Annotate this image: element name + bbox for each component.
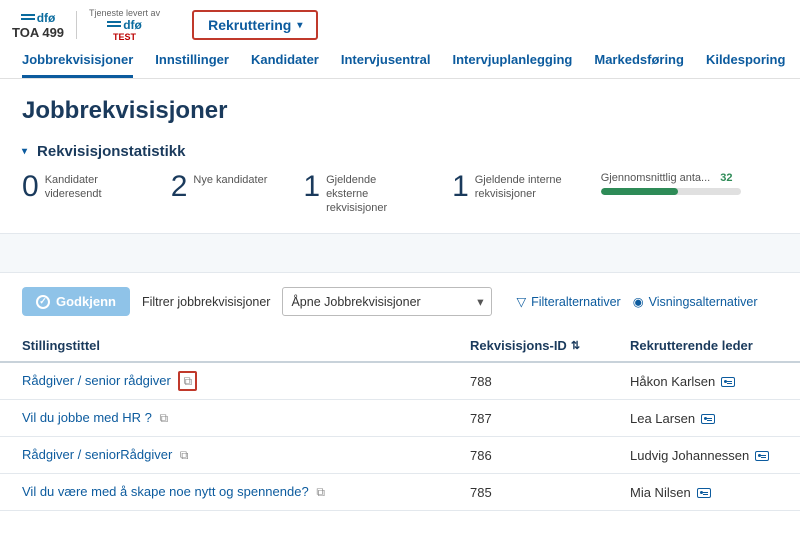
copy-icon[interactable]: ⧉ (180, 448, 189, 462)
stat-item: 1Gjeldende interne rekvisisjoner (452, 172, 565, 202)
stat-item: 0Kandidater videresendt (22, 172, 135, 202)
divider-band (0, 233, 800, 273)
chevron-down-icon: ▾ (22, 146, 27, 157)
module-dropdown-label: Rekruttering (208, 17, 291, 33)
cell-manager: Ludvig Johannessen (608, 437, 800, 474)
cell-id: 786 (448, 437, 608, 474)
logo-lines-icon (21, 14, 35, 22)
nav-tab[interactable]: Innstillinger (155, 52, 229, 78)
funnel-icon: ▽ (516, 294, 526, 309)
cell-manager: Mia Nilsen (608, 474, 800, 511)
copy-icon[interactable]: ⧉ (159, 411, 168, 425)
chevron-down-icon: ▾ (297, 20, 302, 31)
cell-title: Vil du jobbe med HR ? ⧉ (0, 400, 448, 437)
stat-avg-label: Gjennomsnittlig anta... (601, 172, 710, 184)
stat-avg-value: 32 (720, 172, 732, 184)
stat-label: Kandidater videresendt (45, 172, 135, 202)
filter-label: Filtrer jobbrekvisisjoner (142, 295, 271, 309)
nav-tabs: Jobbrekvisisjoner Innstillinger Kandidater… (0, 46, 800, 79)
col-manager[interactable]: Rekrutterende leder (608, 330, 800, 362)
contact-card-icon[interactable] (755, 451, 769, 461)
nav-tab[interactable]: Markedsføring (594, 52, 684, 78)
cell-id: 787 (448, 400, 608, 437)
requisition-link[interactable]: Rådgiver / senior rådgiver (22, 373, 171, 388)
cell-manager: Lea Larsen (608, 400, 800, 437)
stat-label: Gjeldende interne rekvisisjoner (475, 172, 565, 202)
chevron-down-icon: ▾ (477, 294, 483, 309)
view-options-link[interactable]: ◉ Visningsalternativer (633, 294, 758, 309)
requisition-link[interactable]: Vil du være med å skape noe nytt og spen… (22, 484, 309, 499)
stat-average: Gjennomsnittlig anta... 32 (601, 172, 741, 195)
stat-value: 0 (22, 172, 39, 202)
stats-row: 0Kandidater videresendt2Nye kandidater1G… (22, 172, 778, 215)
table-row: Vil du være med å skape noe nytt og spen… (0, 474, 800, 511)
contact-card-icon[interactable] (721, 377, 735, 387)
progress-bar (601, 188, 741, 195)
nav-tab[interactable]: Intervjuplanlegging (452, 52, 572, 78)
cell-manager: Håkon Karlsen (608, 362, 800, 400)
separator (76, 11, 77, 39)
requisition-link[interactable]: Vil du jobbe med HR ? (22, 410, 152, 425)
nav-tab[interactable]: Jobbrekvisisjoner (22, 52, 133, 78)
cell-title: Rådgiver / seniorRådgiver ⧉ (0, 437, 448, 474)
brand-primary: dfø TOA 499 (12, 11, 64, 40)
stats-heading: Rekvisisjonstatistikk (37, 143, 185, 160)
requisition-link[interactable]: Rådgiver / seniorRådgiver (22, 447, 172, 462)
copy-icon[interactable]: ⧉ (178, 371, 197, 391)
check-circle-icon: ✓ (36, 295, 50, 309)
col-id[interactable]: Rekvisisjons-ID⇅ (448, 330, 608, 362)
table-row: Vil du jobbe med HR ? ⧉787Lea Larsen (0, 400, 800, 437)
nav-tab[interactable]: Kildesporing (706, 52, 785, 78)
filter-options-link[interactable]: ▽ Filteralternativer (516, 294, 620, 309)
stat-label: Gjeldende eksterne rekvisisjoner (326, 172, 416, 215)
contact-card-icon[interactable] (701, 414, 715, 424)
eye-icon: ◉ (633, 294, 644, 309)
requisitions-table: Stillingstittel Rekvisisjons-ID⇅ Rekrutt… (0, 330, 800, 511)
app-header: dfø TOA 499 Tjeneste levert av dfø TEST … (0, 0, 800, 46)
stat-item: 2 Nye kandidater (171, 172, 268, 202)
sort-icon: ⇅ (571, 339, 580, 352)
table-row: Rådgiver / seniorRådgiver ⧉786Ludvig Joh… (0, 437, 800, 474)
cell-title: Vil du være med å skape noe nytt og spen… (0, 474, 448, 511)
filter-select-value: Åpne Jobbrekvisisjoner (291, 295, 420, 309)
stat-item: 1Gjeldende eksterne rekvisisjoner (303, 172, 416, 215)
stat-value: 2 (171, 172, 188, 202)
logo-lines-icon (107, 21, 121, 29)
contact-card-icon[interactable] (697, 488, 711, 498)
nav-tab[interactable]: Intervjusentral (341, 52, 431, 78)
nav-tab[interactable]: Kandidater (251, 52, 319, 78)
approve-label: Godkjenn (56, 294, 116, 309)
col-title[interactable]: Stillingstittel (0, 330, 448, 362)
cell-id: 788 (448, 362, 608, 400)
stat-value: 1 (303, 172, 320, 202)
toolbar: ✓ Godkjenn Filtrer jobbrekvisisjoner Åpn… (0, 273, 800, 330)
filter-select[interactable]: Åpne Jobbrekvisisjoner ▾ (282, 287, 492, 316)
table-row: Rådgiver / senior rådgiver ⧉788Håkon Kar… (0, 362, 800, 400)
module-dropdown[interactable]: Rekruttering ▾ (208, 17, 302, 33)
approve-button[interactable]: ✓ Godkjenn (22, 287, 130, 316)
brand-secondary: Tjeneste levert av dfø TEST (89, 8, 160, 42)
stats-section: ▾ Rekvisisjonstatistikk 0Kandidater vide… (0, 139, 800, 233)
stat-label: Nye kandidater (193, 172, 267, 188)
stat-value: 1 (452, 172, 469, 202)
module-dropdown-highlight: Rekruttering ▾ (192, 10, 318, 40)
stats-toggle[interactable]: ▾ Rekvisisjonstatistikk (22, 143, 778, 160)
page-title: Jobbrekvisisjoner (0, 79, 800, 139)
copy-icon[interactable]: ⧉ (316, 485, 325, 499)
cell-id: 785 (448, 474, 608, 511)
cell-title: Rådgiver / senior rådgiver ⧉ (0, 362, 448, 400)
